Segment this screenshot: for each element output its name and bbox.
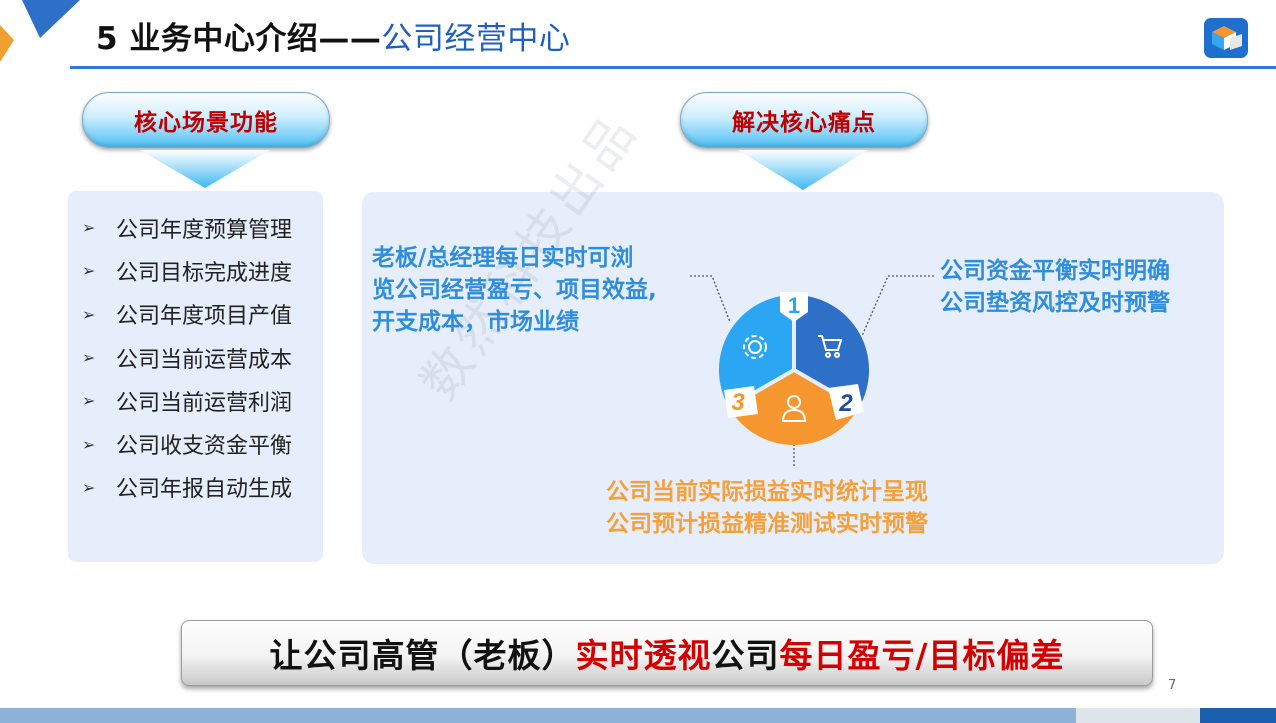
donut-number-1: 1 — [788, 293, 800, 318]
list-item: ➢ 公司当前运营成本 — [82, 336, 292, 379]
arrow-bullet-icon: ➢ — [82, 434, 96, 454]
pain-line: 老板/总经理每日实时可浏 — [372, 245, 634, 271]
pain-line: 公司预计损益精准测试实时预警 — [606, 511, 928, 537]
list-item-label: 公司目标完成进度 — [116, 260, 293, 286]
pain-points-header: 解决核心痛点 — [680, 92, 928, 148]
company-logo-icon — [1204, 18, 1248, 58]
donut-number-3: 3 — [731, 389, 745, 416]
arrow-bullet-icon: ➢ — [82, 261, 96, 281]
corner-decoration — [0, 0, 80, 62]
footer-bar-dark — [1200, 708, 1276, 723]
list-item-label: 公司年度项目产值 — [116, 304, 293, 330]
left-header-pointer — [140, 150, 270, 188]
list-item-label: 公司收支资金平衡 — [116, 434, 293, 460]
title-highlight: 公司经营中心 — [381, 21, 571, 57]
pain-line: 开支成本，市场业绩 — [372, 309, 579, 335]
right-header-pointer — [738, 150, 868, 190]
banner-text-part4: 每日盈亏/目标偏差 — [779, 636, 1065, 675]
page-title: 5 业务中心介绍——公司经营中心 — [96, 16, 570, 62]
title-underline — [70, 66, 1276, 69]
pain-line: 公司垫资风控及时预警 — [940, 290, 1170, 316]
list-item-label: 公司年报自动生成 — [116, 477, 293, 503]
list-item: ➢ 公司年报自动生成 — [82, 466, 292, 509]
core-functions-list: ➢ 公司年度预算管理 ➢ 公司目标完成进度 ➢ 公司年度项目产值 ➢ 公司当前运营成本 … — [82, 206, 292, 509]
arrow-bullet-icon: ➢ — [82, 304, 96, 324]
arrow-bullet-icon: ➢ — [82, 218, 96, 238]
core-functions-header: 核心场景功能 — [82, 92, 330, 148]
arrow-bullet-icon: ➢ — [82, 477, 96, 497]
key-message-banner: 让公司高管（老板） 实时透视 公司 每日盈亏/目标偏差 — [181, 620, 1153, 686]
page-number: 7 — [1168, 678, 1177, 693]
list-item-label: 公司当前运营利润 — [116, 390, 293, 416]
footer-bar-blue — [0, 708, 1076, 723]
pain-line: 览公司经营盈亏、项目效益, — [372, 277, 657, 303]
pain-line: 公司资金平衡实时明确 — [940, 258, 1170, 284]
banner-text-part2: 实时透视 — [575, 636, 712, 675]
pain-point-bottom: 公司当前实际损益实时统计呈现 公司预计损益精准测试实时预警 — [606, 476, 928, 540]
list-item: ➢ 公司当前运营利润 — [82, 379, 292, 422]
list-item: ➢ 公司年度预算管理 — [82, 206, 292, 249]
arrow-bullet-icon: ➢ — [82, 348, 96, 368]
title-prefix: 5 业务中心介绍—— — [96, 21, 382, 57]
arrow-bullet-icon: ➢ — [82, 391, 96, 411]
list-item-label: 公司年度预算管理 — [116, 217, 293, 243]
pain-line: 公司当前实际损益实时统计呈现 — [606, 479, 928, 505]
donut-number-2: 2 — [838, 390, 853, 417]
banner-text-part1: 让公司高管（老板） — [269, 636, 576, 675]
pain-point-top-left: 老板/总经理每日实时可浏 览公司经营盈亏、项目效益, 开支成本，市场业绩 — [372, 242, 657, 338]
list-item: ➢ 公司目标完成进度 — [82, 249, 292, 292]
list-item-label: 公司当前运营成本 — [116, 347, 293, 373]
list-item: ➢ 公司年度项目产值 — [82, 293, 292, 336]
pain-point-top-right: 公司资金平衡实时明确 公司垫资风控及时预警 — [940, 255, 1170, 319]
banner-text-part3: 公司 — [711, 636, 780, 675]
pain-point-donut: 1 2 3 — [718, 292, 870, 446]
list-item: ➢ 公司收支资金平衡 — [82, 422, 292, 465]
